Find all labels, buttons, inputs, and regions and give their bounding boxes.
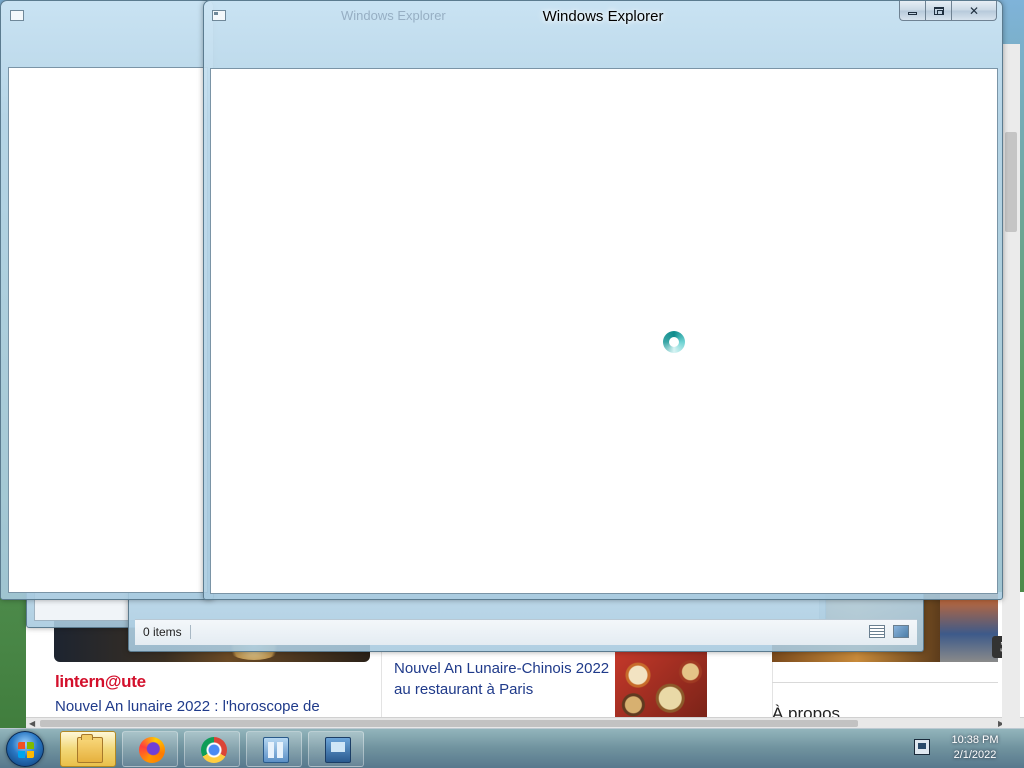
status-bar: 0 items xyxy=(135,619,917,645)
busy-spinner-icon xyxy=(663,331,685,353)
taskbar-chrome-button[interactable] xyxy=(184,731,240,767)
folder-icon xyxy=(77,734,103,763)
caption-buttons: ✕ xyxy=(899,1,997,21)
scroll-left-arrow-icon[interactable]: ◀ xyxy=(29,718,35,728)
taskbar-windows-explorer-button[interactable] xyxy=(60,731,116,767)
firefox-icon xyxy=(139,737,165,763)
vertical-scrollbar[interactable] xyxy=(1002,44,1020,728)
start-button[interactable] xyxy=(6,731,44,767)
clock-date: 2/1/2022 xyxy=(953,749,997,761)
gallery-image-2[interactable] xyxy=(940,592,998,662)
brand-logo[interactable]: lintern@ute xyxy=(55,672,146,692)
window-title: Windows Explorer xyxy=(542,8,664,25)
windows-explorer-window[interactable]: Windows Explorer Windows Explorer ✕ xyxy=(203,0,1003,600)
taskbar-control-panel-button[interactable] xyxy=(246,731,302,767)
taskbar: 10:38 PM 2/1/2022 xyxy=(0,728,1024,768)
window-client-area[interactable] xyxy=(210,68,998,594)
control-panel-icon xyxy=(263,737,289,763)
remote-desktop-icon xyxy=(325,737,351,763)
network-icon[interactable] xyxy=(914,739,930,755)
chrome-icon xyxy=(201,737,227,763)
vertical-scroll-thumb[interactable] xyxy=(1005,132,1017,232)
clock-time: 10:38 PM xyxy=(951,734,999,746)
horizontal-scroll-thumb[interactable] xyxy=(40,720,858,727)
items-count-label: 0 items xyxy=(143,625,191,639)
window-client-area xyxy=(8,67,208,593)
details-view-icon[interactable] xyxy=(869,625,885,638)
close-button[interactable]: ✕ xyxy=(951,1,997,21)
minimize-icon xyxy=(908,12,917,15)
news-headline-restaurant[interactable]: Nouvel An Lunaire-Chinois 2022 au restau… xyxy=(394,658,614,700)
news-headline-horoscope[interactable]: Nouvel An lunaire 2022 : l'horoscope de xyxy=(55,698,320,715)
view-switcher xyxy=(869,625,909,638)
food-thumbnail-image[interactable] xyxy=(615,652,707,718)
large-icons-view-icon[interactable] xyxy=(893,625,909,638)
taskbar-remote-desktop-button[interactable] xyxy=(308,731,364,767)
horizontal-scrollbar[interactable]: ◀ ▶ xyxy=(26,717,1024,728)
taskbar-firefox-button[interactable] xyxy=(122,731,178,767)
restore-icon xyxy=(933,6,944,15)
window-system-icon[interactable] xyxy=(10,10,24,21)
sidebar-divider xyxy=(772,682,998,683)
close-icon: ✕ xyxy=(968,3,980,18)
maximize-button[interactable] xyxy=(925,1,951,21)
windows-logo-icon xyxy=(18,742,34,758)
system-clock[interactable]: 10:38 PM 2/1/2022 xyxy=(940,733,1010,763)
minimize-button[interactable] xyxy=(899,1,925,21)
explorer-window-back[interactable] xyxy=(0,0,214,600)
